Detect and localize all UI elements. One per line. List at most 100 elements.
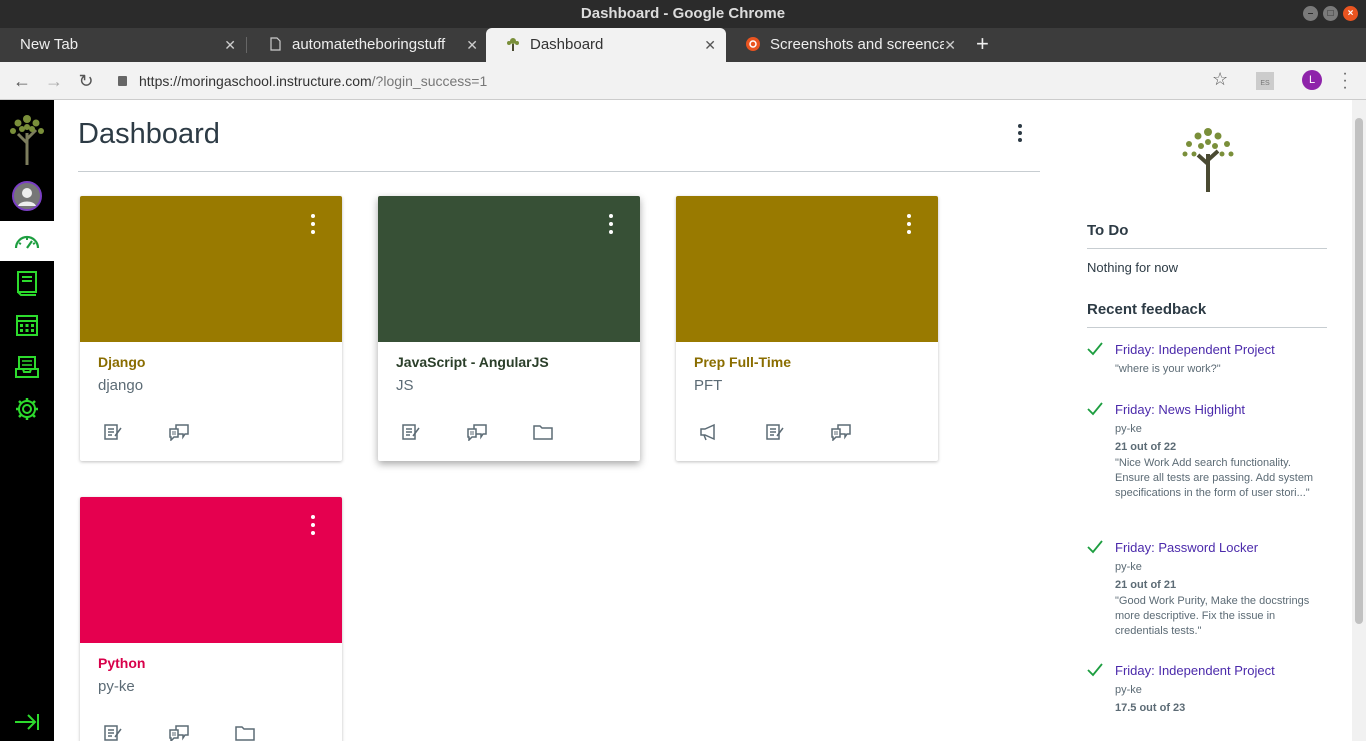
card-hero[interactable] <box>676 196 938 342</box>
profile-avatar[interactable]: L <box>1302 70 1322 90</box>
card-options-icon[interactable] <box>308 515 318 539</box>
lock-icon <box>118 76 127 86</box>
discussions-icon[interactable] <box>168 422 190 442</box>
card-title[interactable]: JavaScript - AngularJS <box>396 354 549 370</box>
tab-screenshots[interactable]: Screenshots and screenca ✕ <box>726 28 966 62</box>
user-avatar-icon <box>12 181 42 211</box>
canvas-tree-icon <box>507 38 519 51</box>
card-subtitle: django <box>98 377 144 394</box>
global-navigation <box>0 100 54 741</box>
window-titlebar: Dashboard - Google Chrome – □ × <box>0 0 1366 28</box>
url-host: https://moringaschool.instructure.com <box>139 73 372 89</box>
feedback-course: py-ke <box>1115 423 1142 435</box>
assignments-icon[interactable] <box>400 422 422 442</box>
card-subtitle: py-ke <box>98 678 135 695</box>
feedback-link[interactable]: Friday: Independent Project <box>1115 663 1275 678</box>
nav-calendar[interactable] <box>0 305 54 345</box>
card-options-icon[interactable] <box>308 214 318 238</box>
feedback-link[interactable]: Friday: Independent Project <box>1115 342 1275 357</box>
feedback-link[interactable]: Friday: Password Locker <box>1115 540 1258 555</box>
window-title: Dashboard - Google Chrome <box>580 5 786 22</box>
nav-account[interactable] <box>0 176 54 216</box>
card-hero[interactable] <box>378 196 640 342</box>
nav-settings[interactable] <box>0 389 54 429</box>
tab-label: automatetheboringstuff <box>292 36 446 53</box>
tab-dashboard[interactable]: Dashboard ✕ <box>486 28 726 62</box>
forward-icon[interactable]: → <box>42 69 66 93</box>
card-title[interactable]: Django <box>98 354 145 370</box>
dashboard-gauge-icon <box>14 235 40 249</box>
url-path: /?login_success=1 <box>371 73 488 89</box>
feedback-link[interactable]: Friday: News Highlight <box>1115 402 1245 417</box>
page-scrollbar[interactable] <box>1352 100 1366 741</box>
inbox-icon <box>15 356 39 378</box>
ubuntu-icon <box>746 37 760 51</box>
close-tab-icon[interactable]: ✕ <box>466 28 478 62</box>
right-sidebar: To Do Nothing for now Recent feedback Fr… <box>1087 100 1327 741</box>
discussions-icon[interactable] <box>830 422 852 442</box>
course-card-prep-full-time[interactable]: Prep Full-Time PFT <box>676 196 938 461</box>
title-divider <box>78 171 1040 172</box>
card-title[interactable]: Python <box>98 655 145 671</box>
nav-collapse[interactable] <box>0 702 54 742</box>
announcements-icon[interactable] <box>698 422 720 442</box>
assignments-icon[interactable] <box>764 422 786 442</box>
course-card-angularjs[interactable]: JavaScript - AngularJS JS <box>378 196 640 461</box>
new-tab-icon[interactable]: + <box>976 28 989 60</box>
card-subtitle: PFT <box>694 377 723 394</box>
feedback-score: 17.5 out of 23 <box>1115 702 1186 714</box>
tab-label: New Tab <box>20 36 79 53</box>
card-title[interactable]: Prep Full-Time <box>694 354 791 370</box>
tab-automate[interactable]: automatetheboringstuff ✕ <box>248 28 488 62</box>
close-tab-icon[interactable]: ✕ <box>224 28 236 62</box>
close-window-icon[interactable]: × <box>1343 6 1358 21</box>
card-hero[interactable] <box>80 497 342 643</box>
check-icon <box>1087 540 1103 554</box>
tab-new-tab[interactable]: New Tab ✕ <box>0 28 246 62</box>
back-icon[interactable]: ← <box>10 69 34 93</box>
canvas-logo[interactable] <box>0 108 54 168</box>
feedback-course: py-ke <box>1115 684 1142 696</box>
main-content: Dashboard Django django JavaScript - Ang… <box>54 100 1352 741</box>
tab-strip: New Tab ✕ automatetheboringstuff ✕ Dashb… <box>0 28 1366 62</box>
todo-empty-text: Nothing for now <box>1087 260 1179 275</box>
bookmark-star-icon[interactable]: ☆ <box>1212 69 1228 90</box>
card-options-icon[interactable] <box>904 214 914 238</box>
files-icon[interactable] <box>234 723 256 741</box>
discussions-icon[interactable] <box>168 723 190 741</box>
nav-courses[interactable] <box>0 263 54 303</box>
files-icon[interactable] <box>532 422 554 442</box>
feedback-comment: "Nice Work Add search functionality. Ens… <box>1115 457 1314 499</box>
todo-divider <box>1087 248 1327 249</box>
tab-label: Dashboard <box>530 36 604 53</box>
url-field[interactable]: https://moringaschool.instructure.com/?l… <box>118 70 487 92</box>
assignments-icon[interactable] <box>102 422 124 442</box>
feedback-heading: Recent feedback <box>1087 301 1207 318</box>
nav-dashboard[interactable] <box>0 221 54 261</box>
chrome-menu-icon[interactable]: · · · <box>1340 66 1350 96</box>
card-hero[interactable] <box>80 196 342 342</box>
scrollbar-thumb[interactable] <box>1355 118 1363 624</box>
minimize-icon[interactable]: – <box>1303 6 1318 21</box>
reload-icon[interactable]: ↻ <box>74 69 98 93</box>
close-tab-icon[interactable]: ✕ <box>704 28 716 62</box>
course-card-django[interactable]: Django django <box>80 196 342 461</box>
maximize-icon[interactable]: □ <box>1323 6 1338 21</box>
extension-icon[interactable]: ES <box>1256 72 1274 90</box>
feedback-course: py-ke <box>1115 561 1142 573</box>
gear-icon <box>16 398 38 420</box>
document-icon <box>270 37 281 51</box>
tab-label: Screenshots and screenca <box>770 36 944 53</box>
close-tab-icon[interactable]: ✕ <box>944 28 956 62</box>
address-bar-row: ← → ↻ https://moringaschool.instructure.… <box>0 62 1366 100</box>
course-card-python[interactable]: Python py-ke <box>80 497 342 741</box>
dashboard-options-icon[interactable] <box>1014 124 1026 148</box>
feedback-comment: "Good Work Purity, Make the docstrings m… <box>1115 595 1310 637</box>
check-icon <box>1087 663 1103 677</box>
card-options-icon[interactable] <box>606 214 616 238</box>
page-title: Dashboard <box>78 118 220 150</box>
discussions-icon[interactable] <box>466 422 488 442</box>
nav-inbox[interactable] <box>0 347 54 387</box>
assignments-icon[interactable] <box>102 723 124 741</box>
feedback-score: 21 out of 22 <box>1115 441 1177 453</box>
